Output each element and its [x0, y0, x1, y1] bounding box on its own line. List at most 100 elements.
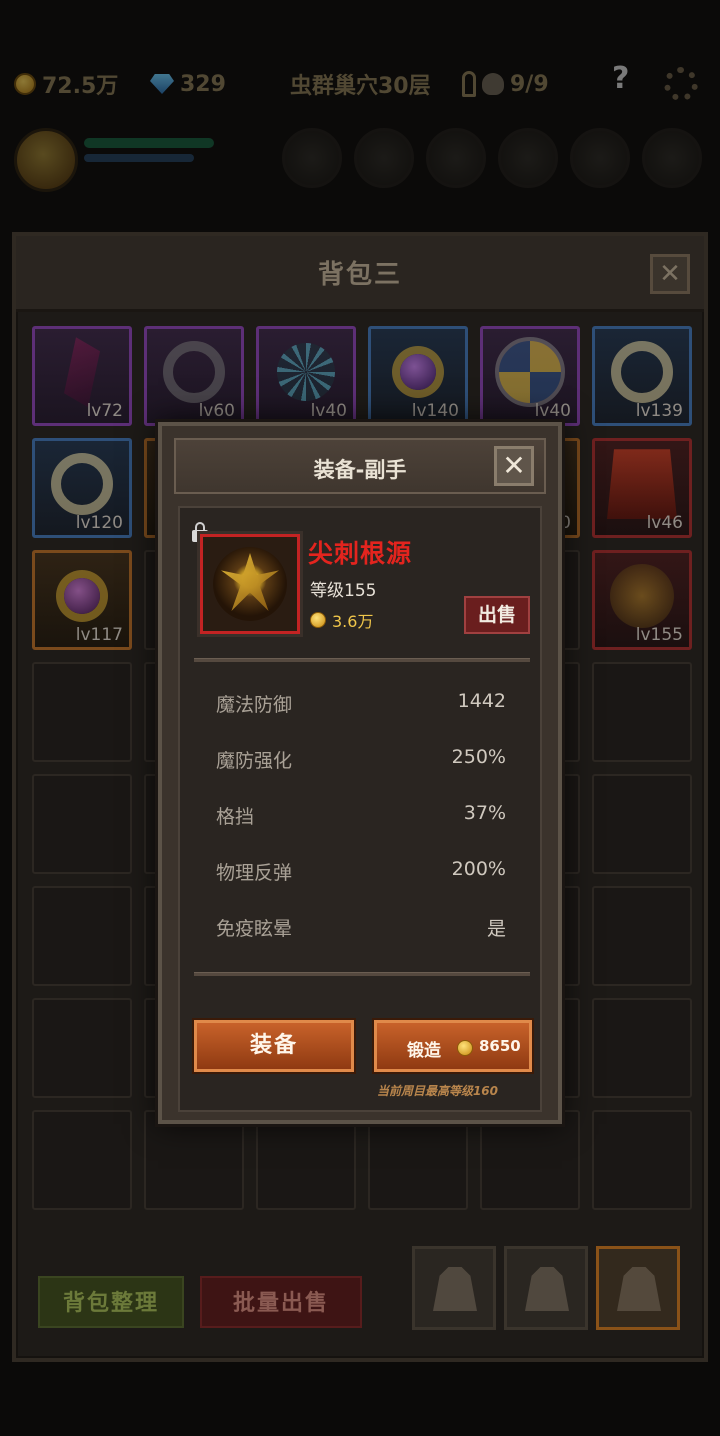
skill-slot-2[interactable] — [354, 128, 414, 188]
gem-amount: 329 — [180, 71, 226, 97]
stat-value: 是 — [486, 918, 506, 940]
gem-counter: 329 — [150, 67, 226, 101]
spike-orb-icon — [213, 547, 287, 621]
divider — [194, 658, 530, 662]
divider — [194, 972, 530, 976]
modal-close-button[interactable]: ✕ — [494, 446, 534, 486]
inventory-slot[interactable] — [144, 1110, 244, 1210]
inventory-slot[interactable]: lv140 — [368, 326, 468, 426]
skill-slot-3[interactable] — [426, 128, 486, 188]
mp-bar — [84, 154, 194, 162]
gear-icon — [664, 67, 698, 101]
inventory-slot[interactable]: lv72 — [32, 326, 132, 426]
sort-bag-button[interactable]: 背包整理 — [38, 1276, 184, 1328]
cape-icon — [607, 449, 677, 520]
inventory-slot[interactable] — [480, 1110, 580, 1210]
gold-amount: 72.5万 — [42, 74, 119, 99]
gold-coin-icon — [457, 1040, 473, 1056]
close-icon: ✕ — [502, 449, 526, 482]
inventory-slot[interactable] — [32, 1110, 132, 1210]
slot-level: lv40 — [534, 401, 571, 421]
key-counter: 9/9 — [462, 67, 549, 101]
slot-level: lv60 — [198, 401, 235, 421]
stat-name: 物理反弹 — [216, 862, 293, 884]
sell-button[interactable]: 出售 — [464, 596, 530, 634]
stat-row: 魔法防御 1442 — [216, 688, 506, 718]
skill-slot-6[interactable] — [642, 128, 702, 188]
batch-sell-button[interactable]: 批量出售 — [200, 1276, 362, 1328]
max-level-note: 当前周目最高等级160 — [376, 1084, 498, 1098]
bag-icon — [525, 1267, 569, 1311]
inventory-slot[interactable] — [592, 1110, 692, 1210]
inventory-slot[interactable] — [592, 774, 692, 874]
bag-close-button[interactable]: ✕ — [650, 254, 690, 294]
item-level: 等级155 — [310, 581, 377, 601]
amulet-icon — [64, 578, 100, 615]
skill-slot-4[interactable] — [498, 128, 558, 188]
inventory-slot[interactable] — [32, 774, 132, 874]
gold-coin-icon — [310, 612, 326, 628]
dark-ring-icon — [163, 341, 225, 404]
inventory-slot[interactable]: lv40 — [256, 326, 356, 426]
stat-row: 免疫眩晕 是 — [216, 912, 506, 942]
skill-slot-1[interactable] — [282, 128, 342, 188]
modal-body: 尖刺根源 等级155 3.6万 出售 魔法防御 1442 魔防强化 250% 格挡 37%… — [178, 506, 542, 1112]
key-amount: 9/9 — [510, 71, 549, 97]
bag-header: 背包三 ✕ — [16, 236, 704, 312]
inventory-slot[interactable] — [592, 886, 692, 986]
inventory-slot[interactable] — [368, 1110, 468, 1210]
close-icon: ✕ — [659, 259, 681, 289]
stat-value: 250% — [451, 746, 506, 768]
bag-tab-2[interactable] — [504, 1246, 588, 1330]
stat-value: 37% — [463, 802, 506, 824]
item-icon-frame — [200, 534, 300, 634]
inventory-slot[interactable]: lv155 — [592, 550, 692, 650]
inventory-slot[interactable] — [592, 998, 692, 1098]
modal-header: 装备-副手 ✕ — [174, 438, 546, 494]
bag-title: 背包三 — [317, 260, 402, 290]
bag-icon — [617, 1267, 661, 1311]
ring-icon — [51, 453, 113, 516]
inventory-slot[interactable]: lv139 — [592, 326, 692, 426]
location-label[interactable]: 虫群巢穴30层 — [290, 67, 431, 101]
key-icon — [462, 71, 476, 97]
stat-row: 物理反弹 200% — [216, 856, 506, 886]
settings-button[interactable] — [664, 67, 698, 101]
slot-level: lv120 — [75, 513, 123, 533]
inventory-slot[interactable]: lv117 — [32, 550, 132, 650]
bag-tab-3[interactable] — [596, 1246, 680, 1330]
inventory-slot[interactable] — [32, 662, 132, 762]
item-detail-modal: 装备-副手 ✕ 尖刺根源 等级155 3.6万 出售 魔法防御 1442 魔防强化 2… — [158, 422, 562, 1124]
inventory-slot[interactable] — [592, 662, 692, 762]
inventory-slot[interactable]: lv120 — [32, 438, 132, 538]
inventory-slot[interactable]: lv60 — [144, 326, 244, 426]
stat-name: 魔防强化 — [216, 750, 293, 772]
help-button[interactable]: ? — [612, 61, 629, 96]
hero-avatar[interactable] — [14, 128, 78, 192]
skull-icon — [482, 73, 504, 95]
slot-level: lv140 — [411, 401, 459, 421]
ring-icon — [611, 341, 673, 404]
skill-slot-5[interactable] — [570, 128, 630, 188]
inventory-slot[interactable] — [32, 998, 132, 1098]
stat-row: 格挡 37% — [216, 800, 506, 830]
forge-button[interactable]: 锻造 8650 — [374, 1020, 532, 1072]
stat-row: 魔防强化 250% — [216, 744, 506, 774]
inventory-slot[interactable]: lv40 — [480, 326, 580, 426]
inventory-slot[interactable] — [32, 886, 132, 986]
inventory-slot[interactable]: lv46 — [592, 438, 692, 538]
slot-level: lv72 — [86, 401, 123, 421]
gold-counter: 72.5万 — [14, 67, 118, 101]
equip-button[interactable]: 装备 — [194, 1020, 354, 1072]
slot-level: lv155 — [635, 625, 683, 645]
bag-tab-1[interactable] — [412, 1246, 496, 1330]
location-text: 虫群巢穴30层 — [290, 74, 431, 99]
claw-icon — [64, 337, 100, 408]
forge-label: 锻造 — [407, 1041, 441, 1061]
item-name: 尖刺根源 — [308, 539, 413, 568]
amulet-icon — [400, 354, 436, 391]
gold-coin-icon — [14, 73, 36, 95]
inventory-slot[interactable] — [256, 1110, 356, 1210]
slot-level: lv139 — [635, 401, 683, 421]
skill-bar — [0, 120, 720, 200]
